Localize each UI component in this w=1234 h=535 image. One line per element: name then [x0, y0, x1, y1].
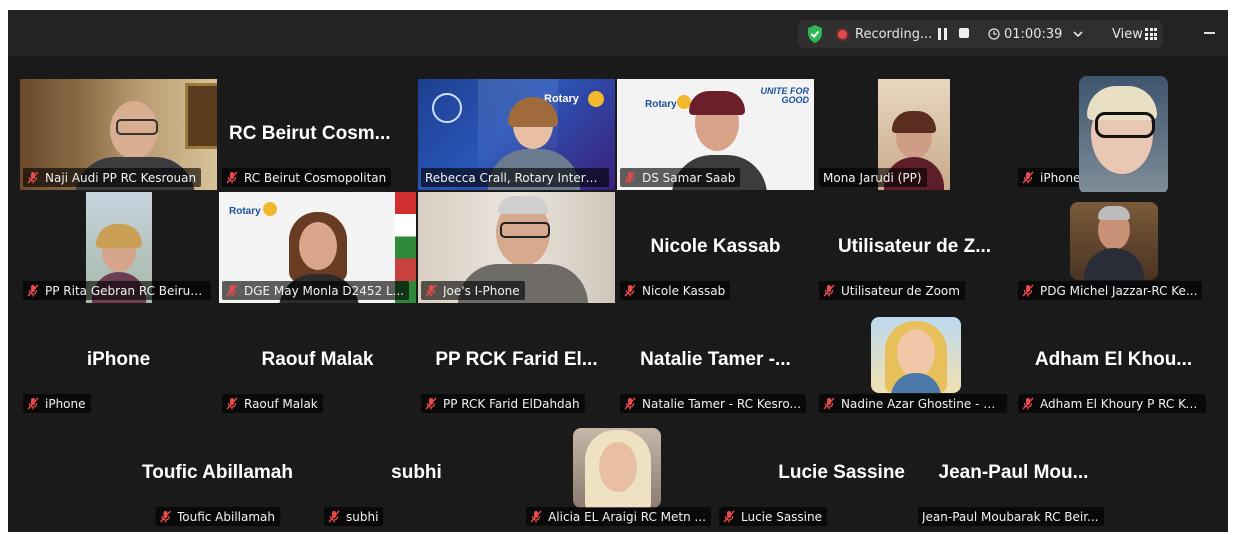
participant-name-label: subhi	[324, 507, 384, 526]
mic-muted-icon	[226, 397, 238, 410]
clock-icon	[988, 20, 1000, 48]
participant-tile[interactable]: Adham El Khou... Adham El Khoury P RC Ke…	[1015, 305, 1212, 416]
participant-tile[interactable]: Utilisateur de Z... Utilisateur de Zoom	[816, 192, 1013, 303]
participant-tile[interactable]: Rotary UNITE FOR GOOD DS Samar Saab	[617, 79, 814, 190]
participant-tile[interactable]: Mona Jarudi (PP)	[816, 79, 1013, 190]
grid-view-icon[interactable]	[1145, 28, 1157, 40]
mic-muted-icon	[159, 510, 171, 523]
participant-tile[interactable]: PP Rita Gebran RC Beirut ...	[20, 192, 217, 303]
participant-name-label: Natalie Tamer - RC Kesro...	[620, 394, 806, 413]
participant-display-name: subhi	[391, 462, 442, 483]
mic-muted-icon	[530, 510, 542, 523]
participant-name-label: Naji Audi PP RC Kesrouan	[23, 168, 202, 187]
mic-muted-icon	[226, 284, 238, 297]
participant-name-label: Mona Jarudi (PP)	[819, 168, 927, 187]
participant-tile-active-speaker[interactable]: Rotary Rebecca Crall, Rotary Interna...	[418, 79, 615, 190]
participant-display-name: PP RCK Farid El...	[435, 349, 598, 370]
participant-name-label: PDG Michel Jazzar-RC Ke...	[1018, 281, 1203, 300]
participant-name-label: RC Beirut Cosmopolitan	[222, 168, 392, 187]
participant-name-label: Adham El Khoury P RC Ke...	[1018, 394, 1206, 413]
slide-slogan: UNITE FOR GOOD	[760, 86, 810, 105]
mic-muted-icon	[1022, 171, 1034, 184]
mic-muted-icon	[328, 510, 340, 523]
participant-display-name: Lucie Sassine	[778, 462, 905, 483]
participant-name-label: Utilisateur de Zoom	[819, 281, 965, 300]
stop-recording-button[interactable]	[959, 28, 969, 38]
participant-name-label: DS Samar Saab	[620, 168, 741, 187]
participant-video-portrait	[1079, 76, 1168, 194]
mic-muted-icon	[723, 510, 735, 523]
participant-display-name: Toufic Abillamah	[142, 462, 293, 483]
participant-name-label: Lucie Sassine	[719, 507, 828, 526]
participant-tile[interactable]: Natalie Tamer -... Natalie Tamer - RC Ke…	[617, 305, 814, 416]
participant-name-label: iPhone	[1018, 168, 1086, 187]
participant-tile[interactable]: Toufic Abillamah Toufic Abillamah	[119, 418, 316, 529]
shield-check-icon[interactable]	[806, 20, 824, 48]
recording-label: Recording...	[855, 26, 933, 42]
slide-text: Rotary	[645, 99, 677, 110]
participant-display-name: Utilisateur de Z...	[837, 236, 992, 257]
participant-name-label: Alicia EL Araigi RC Metn ...	[526, 507, 711, 526]
participant-display-name: Natalie Tamer -...	[640, 349, 791, 370]
participant-tile[interactable]: Nadine Azar Ghostine - R...	[816, 305, 1013, 416]
view-button[interactable]: View	[1112, 20, 1143, 48]
meeting-timer: 01:00:39	[1004, 26, 1063, 42]
participant-tile[interactable]: Joe's I-Phone	[418, 192, 615, 303]
participant-name-label: Nicole Kassab	[620, 281, 731, 300]
mic-muted-icon	[27, 397, 39, 410]
mic-muted-icon	[27, 284, 39, 297]
participant-tile[interactable]: Raouf Malak Raouf Malak	[219, 305, 416, 416]
mic-muted-icon	[823, 397, 835, 410]
participant-name-label: Jean-Paul Moubarak RC Beir...	[918, 507, 1104, 526]
participant-tile[interactable]: Rotary DGE May Monla D2452 L...	[219, 192, 416, 303]
mic-muted-icon	[226, 171, 238, 184]
participant-tile[interactable]: Jean-Paul Mou... Jean-Paul Moubarak RC B…	[915, 418, 1112, 529]
mic-muted-icon	[823, 284, 835, 297]
participant-name-label: PP RCK Farid ElDahdah	[421, 394, 585, 413]
pause-recording-button[interactable]	[938, 28, 948, 40]
participant-name-label: iPhone	[23, 394, 91, 413]
participant-name-label: Rebecca Crall, Rotary Interna...	[421, 168, 609, 187]
participant-display-name: RC Beirut Cosm...	[229, 123, 391, 144]
participant-name-label: DGE May Monla D2452 L...	[222, 281, 410, 300]
mic-muted-icon	[425, 284, 437, 297]
participant-tile[interactable]: Nicole Kassab Nicole Kassab	[617, 192, 814, 303]
meeting-top-bar: Recording... 01:00:39 View	[8, 10, 1228, 56]
participant-display-name: Nicole Kassab	[650, 236, 781, 257]
recording-status-pill: Recording... 01:00:39 View	[798, 20, 1163, 48]
mic-muted-icon	[425, 397, 437, 410]
mic-muted-icon	[1022, 397, 1034, 410]
participant-tile[interactable]: PDG Michel Jazzar-RC Ke...	[1015, 192, 1212, 303]
mic-muted-icon	[624, 171, 636, 184]
participant-tile[interactable]: RC Beirut Cosm... RC Beirut Cosmopolitan	[219, 79, 416, 190]
minimize-icon[interactable]	[1204, 32, 1215, 34]
mic-muted-icon	[624, 397, 636, 410]
participant-name-label: Nadine Azar Ghostine - R...	[819, 394, 1007, 413]
mic-muted-icon	[27, 171, 39, 184]
participant-tile[interactable]: Alicia EL Araigi RC Metn ...	[517, 418, 714, 529]
zoom-meeting-window: Recording... 01:00:39 View Naji Audi PP …	[8, 10, 1228, 532]
participant-tile[interactable]: PP RCK Farid El... PP RCK Farid ElDahdah	[418, 305, 615, 416]
mic-muted-icon	[624, 284, 636, 297]
record-dot-icon	[838, 30, 847, 39]
participant-tile[interactable]: Naji Audi PP RC Kesrouan	[20, 79, 217, 190]
chevron-down-icon[interactable]	[1073, 20, 1083, 48]
slide-text: Rotary	[229, 206, 261, 217]
participant-tile[interactable]: Lucie Sassine Lucie Sassine	[716, 418, 913, 529]
participant-tile[interactable]: subhi subhi	[318, 418, 515, 529]
participant-tile[interactable]: iPhone iPhone	[20, 305, 217, 416]
participant-display-name: Adham El Khou...	[1034, 349, 1193, 370]
mic-muted-icon	[1022, 284, 1034, 297]
participant-name-label: Joe's I-Phone	[421, 281, 525, 300]
participant-display-name: iPhone	[86, 349, 151, 370]
participant-name-label: PP Rita Gebran RC Beirut ...	[23, 281, 211, 300]
participant-display-name: Jean-Paul Mou...	[938, 462, 1089, 483]
participant-name-label: Raouf Malak	[222, 394, 323, 413]
participant-name-label: Toufic Abillamah	[154, 507, 281, 526]
participant-display-name: Raouf Malak	[261, 349, 374, 370]
